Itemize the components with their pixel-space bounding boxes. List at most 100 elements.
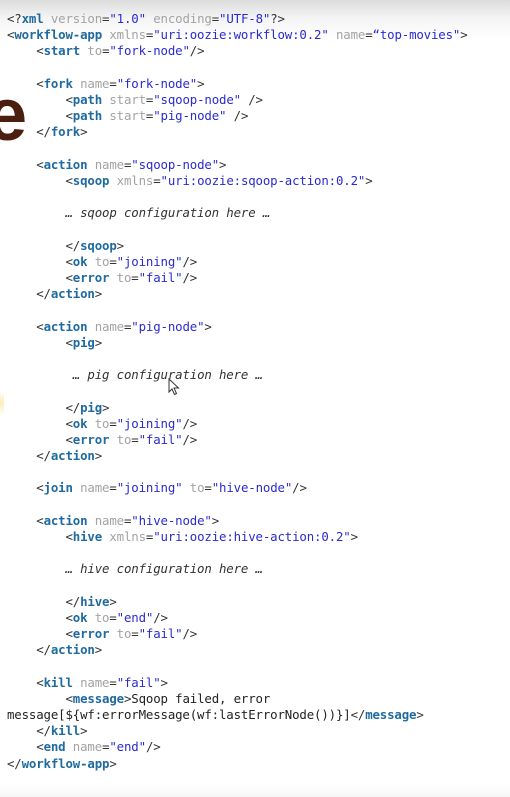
punctuation: < [65,626,73,642]
punctuation: ?> [270,11,285,26]
attribute-name: name [65,739,103,755]
punctuation: < [36,43,44,59]
punctuation: </ [36,448,51,464]
text [7,205,65,220]
text [7,367,73,382]
punctuation: < [65,529,73,544]
text [7,675,36,690]
text [7,108,65,123]
text [7,739,36,754]
attribute-name: to [109,431,132,447]
punctuation: < [65,334,73,350]
attribute-value: "hive-node" [211,480,293,496]
text [7,254,65,269]
punctuation: </ [36,124,51,140]
text [7,561,65,576]
tag-name: fork [43,75,73,91]
punctuation: = [204,480,212,496]
text [7,92,65,107]
tag-name: error [72,431,110,447]
code-line: </sqoop> [7,238,468,254]
tag-name: end [43,739,66,755]
text [7,642,36,657]
punctuation: > [350,529,358,544]
punctuation: > [197,75,205,91]
tag-name: message [72,690,124,706]
punctuation: </ [350,707,366,723]
punctuation: < [36,318,44,334]
tag-name: sqoop [80,237,117,253]
text [7,319,36,334]
text [7,513,36,528]
tag-name: pig [72,334,95,350]
tag-name: ok [72,609,88,625]
punctuation: < [36,480,44,496]
attribute-name: to [182,480,205,496]
punctuation: = [109,75,117,91]
code-line: <start to="fork-node"/> [7,43,468,59]
punctuation: < [65,270,73,285]
attribute-value: "sqoop-node" [131,156,220,172]
tag-name: join [43,480,73,496]
code-line: message[${wf:errorMessage(wf:lastErrorNo… [7,707,468,723]
attribute-value: "joining" [116,415,183,431]
punctuation: < [36,156,44,172]
punctuation: < [65,609,73,625]
attribute-name: name [328,27,366,43]
tag-name: path [72,108,103,124]
punctuation: < [65,690,73,706]
punctuation: </ [36,723,51,739]
tag-name: message [365,707,417,723]
code-line: <ok to="joining"/> [7,416,468,432]
xml-code-view: <?xml version="1.0" encoding="UTF-8"?> <w… [7,11,468,772]
punctuation: > [94,448,103,464]
punctuation: > [211,512,220,528]
punctuation: /> [240,91,263,107]
tag-name: action [50,448,95,464]
attribute-value: "fork-node" [116,75,198,91]
code-line: <ok to="joining"/> [7,254,468,270]
comment-text: … sqoop configuration here … [65,205,271,221]
text [7,610,65,625]
attribute-value: "end" [116,609,154,625]
punctuation: </ [36,286,51,302]
attribute-name: start [102,108,146,124]
punctuation: > [109,593,117,609]
attribute-value: “top-movies" [372,27,461,43]
attribute-value: "pig-node" [131,318,205,334]
code-line: … hive configuration here … [7,561,468,577]
punctuation: = [365,27,373,43]
attribute-value: "sqoop-node" [153,91,241,107]
text [7,43,36,58]
tag-name: kill [50,723,81,739]
attribute-name: version [43,11,103,26]
punctuation: </ [7,755,22,771]
code-line: <error to="fail"/> [7,270,468,286]
tag-name: pig [80,399,103,415]
punctuation: = [109,415,117,431]
attribute-name: to [109,270,132,285]
code-line: <message>Sqoop failed, error [7,691,468,707]
punctuation: < [65,431,73,447]
attribute-name: name [72,480,110,496]
text [7,124,36,139]
attribute-value: "end" [109,739,146,755]
attribute-name: name [72,674,110,690]
text [7,594,65,609]
attribute-name: name [87,318,124,334]
code-line: <action name="pig-node"> [7,319,468,335]
punctuation: < [65,91,73,107]
punctuation: < [36,512,44,528]
attribute-value: "fail" [138,626,183,642]
text [7,286,36,301]
punctuation: < [36,739,44,755]
text [7,529,65,544]
code-line: </workflow-app> [7,756,468,772]
attribute-name: to [109,626,132,642]
